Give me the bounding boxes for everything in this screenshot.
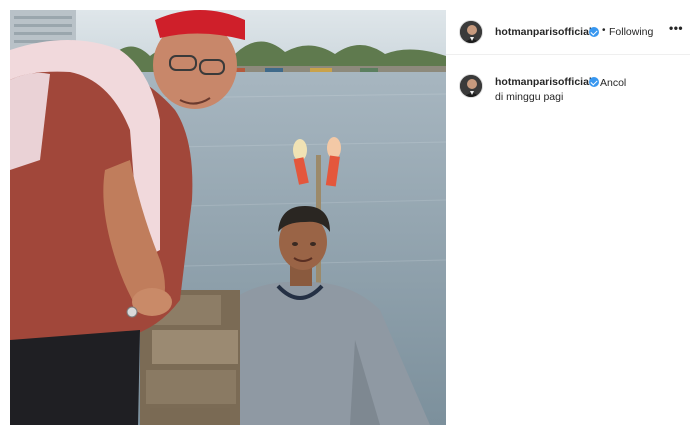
caption-avatar[interactable] — [459, 74, 483, 98]
avatar-image — [460, 75, 482, 97]
following-button[interactable]: Following — [609, 26, 653, 38]
caption-text: Ancol di minggu pagi — [495, 77, 627, 103]
avatar-image — [460, 21, 482, 43]
post-sidebar: hotmanparisofficial • Following ••• hotm… — [446, 10, 690, 425]
post-photo-image — [10, 10, 446, 425]
verified-badge-icon — [589, 27, 599, 37]
post-header: hotmanparisofficial • Following ••• — [446, 10, 690, 55]
more-options-icon[interactable]: ••• — [669, 22, 685, 38]
profile-avatar[interactable] — [459, 20, 483, 44]
instagram-post: hotmanparisofficial • Following ••• hotm… — [0, 0, 700, 435]
post-photo[interactable] — [10, 10, 446, 425]
author-username[interactable]: hotmanparisofficial — [495, 26, 592, 38]
separator-dot: • — [602, 25, 606, 36]
